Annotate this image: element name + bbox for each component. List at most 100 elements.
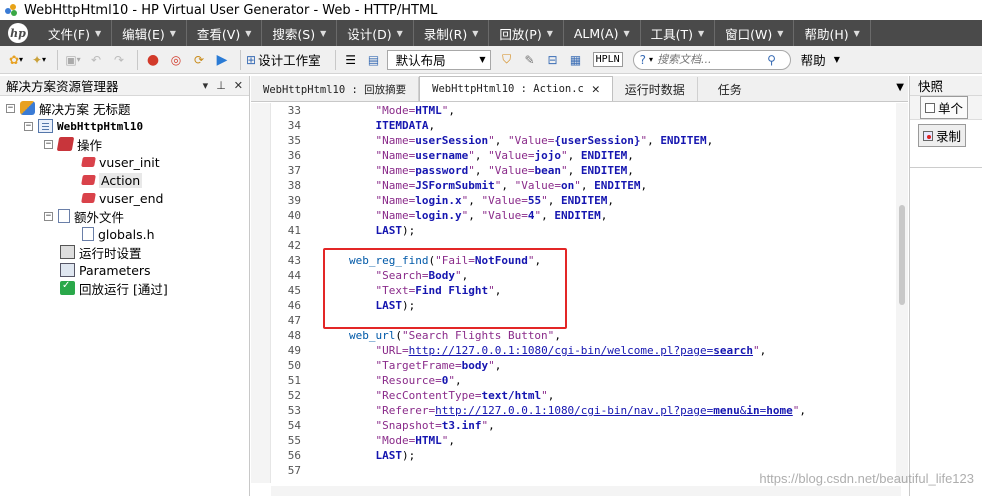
tiles-button[interactable]: ▦ bbox=[566, 49, 586, 71]
toolbar-divider bbox=[57, 49, 58, 70]
record-button[interactable]: ● bbox=[143, 49, 163, 71]
code-editor[interactable]: 33 "Mode=HTML", 34 ITEMDATA, 35 "Name=us… bbox=[251, 103, 908, 496]
menu-tools[interactable]: 工具(T) ▼ bbox=[641, 20, 716, 46]
tab-tasks[interactable]: 任务 bbox=[698, 77, 754, 101]
menu-search[interactable]: 搜索(S) ▼ bbox=[262, 20, 338, 46]
compile-button[interactable]: ⟳ bbox=[189, 49, 209, 71]
output-button[interactable]: ▤ bbox=[364, 49, 384, 71]
help-menu-button[interactable]: 帮助 bbox=[801, 50, 826, 69]
tab-runtime-data[interactable]: 运行时数据 bbox=[613, 77, 698, 101]
pin-icon[interactable]: ⊥ bbox=[216, 79, 226, 92]
close-icon[interactable]: ✕ bbox=[234, 79, 243, 92]
actions-group-icon bbox=[56, 137, 75, 151]
code-line: 44 "Search=Body", bbox=[287, 269, 469, 282]
code-line: 48 web_url("Search Flights Button", bbox=[287, 329, 561, 342]
menu-help[interactable]: 帮助(H) ▼ bbox=[794, 20, 871, 46]
single-view-button[interactable]: 单个 bbox=[920, 96, 969, 119]
hpln-button[interactable]: HPLN bbox=[592, 52, 623, 67]
scrollbar-thumb[interactable] bbox=[899, 205, 905, 305]
redo-icon: ↷ bbox=[113, 52, 125, 67]
solution-explorer-panel: 解决方案资源管理器 ▾ ⊥ ✕ − 解决方案 无标题 − WebHttpHtml… bbox=[0, 76, 250, 496]
passed-check-icon bbox=[60, 280, 75, 295]
code-line: 42 bbox=[287, 239, 301, 252]
collapse-icon[interactable]: − bbox=[44, 211, 53, 221]
record-snapshot-icon bbox=[923, 130, 933, 141]
menu-replay[interactable]: 回放(P) ▼ bbox=[489, 20, 564, 46]
record-snapshot-button[interactable]: 录制 bbox=[918, 124, 967, 147]
menu-record[interactable]: 录制(R) ▼ bbox=[414, 20, 490, 46]
tree-node-replay-run[interactable]: 回放运行 [通过] bbox=[0, 279, 249, 297]
parameters-icon bbox=[60, 263, 75, 277]
chevron-down-icon: ▼ bbox=[623, 28, 630, 38]
badge-button[interactable]: ⛉ bbox=[497, 49, 517, 71]
code-line: 47 bbox=[287, 314, 301, 327]
save-button[interactable]: ▣ ▾ bbox=[63, 49, 83, 71]
tree-node-action[interactable]: Action bbox=[0, 171, 249, 189]
horizontal-scrollbar[interactable] bbox=[271, 486, 901, 496]
code-line: 54 "Snapshot=t3.inf", bbox=[287, 419, 495, 432]
code-line: 36 "Name=username", "Value=jojo", ENDITE… bbox=[287, 149, 634, 162]
tiles-icon: ▦ bbox=[569, 52, 582, 67]
toolbar-divider bbox=[334, 49, 336, 70]
tree-node-globals[interactable]: globals.h bbox=[0, 225, 249, 243]
vertical-scrollbar[interactable] bbox=[896, 103, 908, 483]
grid-view-button[interactable]: ⊟ bbox=[543, 49, 563, 71]
action-icon bbox=[81, 193, 96, 203]
file-icon bbox=[82, 227, 94, 241]
new-script-button[interactable]: ✿ ▾ bbox=[6, 49, 26, 71]
redo-button[interactable]: ↷ bbox=[109, 49, 129, 71]
tab-replay-summary[interactable]: WebHttpHtml10 : 回放摘要 bbox=[251, 77, 420, 101]
menu-file[interactable]: 文件(F) ▼ bbox=[38, 20, 113, 46]
tools-button[interactable]: ✎ bbox=[520, 49, 540, 71]
record-options-button[interactable]: ◎ bbox=[166, 49, 186, 71]
settings-icon bbox=[60, 245, 75, 259]
doc-search-box[interactable]: ? ▾ ⚲ bbox=[632, 49, 791, 70]
steps-toolbox-button[interactable]: ☰ bbox=[341, 49, 361, 71]
code-line: 38 "Name=JSFormSubmit", "Value=on", ENDI… bbox=[287, 179, 648, 192]
collapse-icon[interactable]: − bbox=[44, 139, 53, 149]
undo-button[interactable]: ↶ bbox=[86, 49, 106, 71]
tree-node-vuser-init[interactable]: vuser_init bbox=[0, 153, 249, 171]
files-folder-icon bbox=[58, 209, 70, 223]
code-line: 51 "Resource=0", bbox=[287, 374, 462, 387]
code-line: 35 "Name=userSession", "Value={userSessi… bbox=[287, 134, 714, 147]
code-line: 40 "Name=login.y", "Value=4", ENDITEM, bbox=[287, 209, 608, 222]
run-button[interactable]: ▶ bbox=[212, 49, 232, 71]
collapse-icon[interactable]: − bbox=[24, 121, 33, 131]
tree-node-solution[interactable]: − 解决方案 无标题 bbox=[0, 99, 249, 117]
chevron-down-icon: ▾ bbox=[649, 55, 654, 64]
menu-edit[interactable]: 编辑(E) ▼ bbox=[112, 20, 187, 46]
tree-node-runtime-settings[interactable]: 运行时设置 bbox=[0, 243, 249, 261]
design-studio-button[interactable]: ⊞ 设计工作室 bbox=[246, 49, 327, 71]
search-icon[interactable]: ⚲ bbox=[767, 53, 776, 67]
tree-node-extra-files[interactable]: − 额外文件 bbox=[0, 207, 249, 225]
layout-select[interactable]: 默认布局 ▼ bbox=[386, 49, 491, 70]
menu-view[interactable]: 查看(V) ▼ bbox=[187, 20, 263, 46]
tree-node-parameters[interactable]: Parameters bbox=[0, 261, 249, 279]
tree-node-actions[interactable]: − 操作 bbox=[0, 135, 249, 153]
menu-design[interactable]: 设计(D) ▼ bbox=[337, 20, 414, 46]
code-line: 50 "TargetFrame=body", bbox=[287, 359, 502, 372]
chevron-down-icon[interactable]: ▼ bbox=[834, 55, 840, 64]
close-icon[interactable]: ✕ bbox=[592, 82, 600, 97]
menu-alm[interactable]: ALM(A) ▼ bbox=[564, 20, 641, 46]
tree-node-script[interactable]: − WebHttpHtml10 bbox=[0, 117, 249, 135]
tree-node-vuser-end[interactable]: vuser_end bbox=[0, 189, 249, 207]
chevron-down-icon: ▼ bbox=[320, 28, 327, 38]
chevron-down-icon: ▾ bbox=[76, 55, 81, 64]
chevron-down-icon: ▼ bbox=[169, 28, 176, 38]
collapse-icon[interactable]: − bbox=[6, 103, 15, 113]
menu-window[interactable]: 窗口(W) ▼ bbox=[715, 20, 795, 46]
play-icon: ▶ bbox=[216, 51, 228, 68]
save-icon: ▣ bbox=[65, 52, 77, 67]
panel-menu-icon[interactable]: ▾ bbox=[203, 79, 209, 92]
tab-action-c[interactable]: WebHttpHtml10 : Action.c ✕ bbox=[419, 76, 613, 101]
wrench-icon: ✎ bbox=[524, 52, 535, 67]
chevron-down-icon: ▼ bbox=[853, 28, 860, 38]
design-studio-icon: ⊞ bbox=[246, 52, 257, 67]
doc-search-input[interactable] bbox=[657, 53, 768, 66]
chevron-down-icon: ▼ bbox=[472, 28, 479, 38]
code-line: 39 "Name=login.x", "Value=55", ENDITEM, bbox=[287, 194, 614, 207]
open-button[interactable]: ✦ ▾ bbox=[29, 49, 49, 71]
tab-list-icon[interactable]: ▼ bbox=[896, 82, 904, 93]
